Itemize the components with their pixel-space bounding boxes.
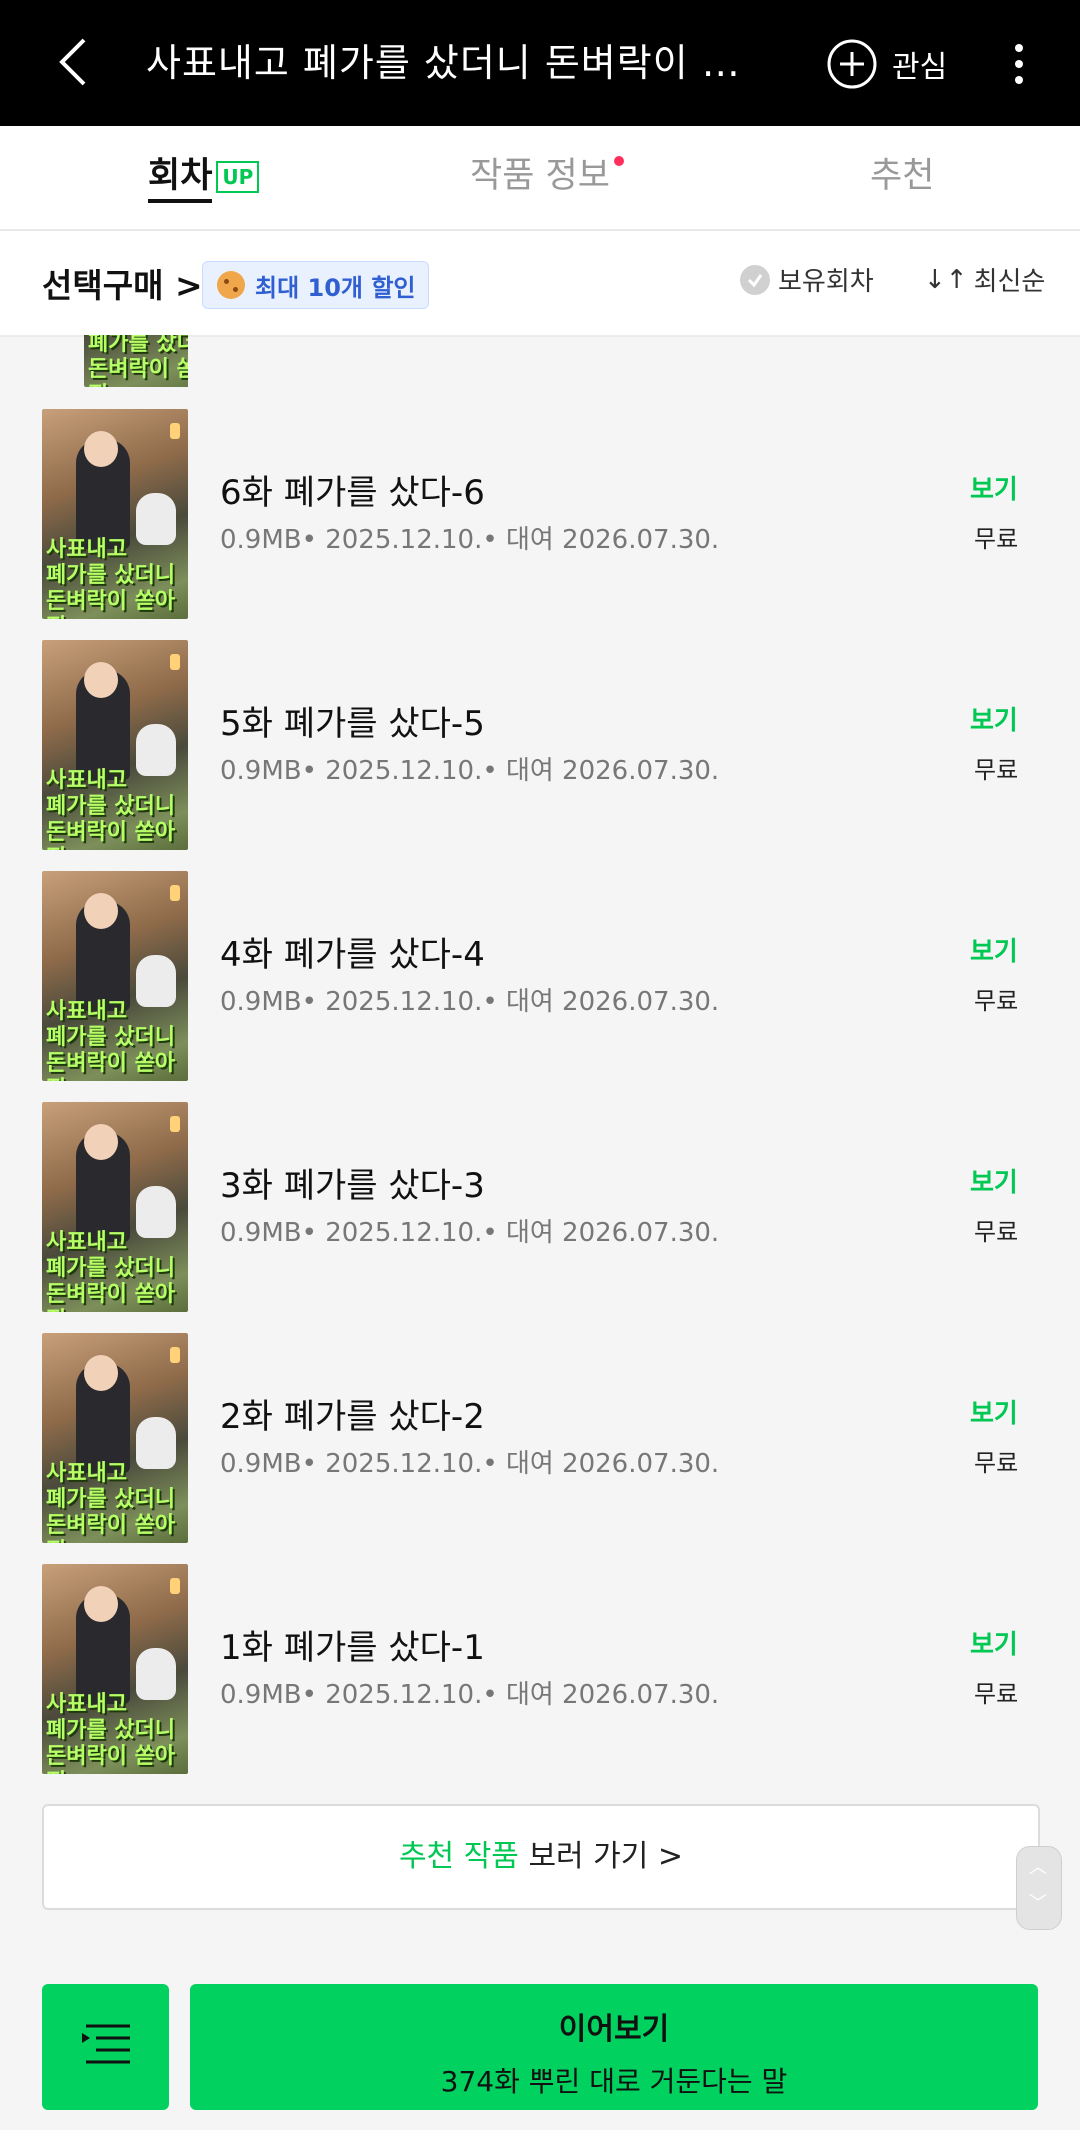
discount-badge[interactable]: 최대 10개 할인 xyxy=(202,261,429,309)
view-button[interactable]: 보기 xyxy=(970,469,1018,506)
episode-meta: 0.9MB• 2025.12.10.• 대여 2026.07.30. xyxy=(220,756,720,786)
tab-work-info[interactable]: 작품 정보 xyxy=(470,126,624,229)
check-circle-icon xyxy=(740,264,770,295)
chevron-up-icon: ︿ xyxy=(1029,1857,1047,1878)
owned-label: 보유회차 xyxy=(778,267,874,297)
recommended-works-button[interactable]: 추천 작품 보러 가기 > xyxy=(42,1804,1040,1910)
episode-row[interactable]: 사표내고폐가를 샀더니돈벼락이 쏟아짐 1화 폐가를 샀다-1 0.9MB• 2… xyxy=(0,1564,1080,1795)
tab-episodes-label: 회차 xyxy=(148,156,213,196)
favorite-label: 관심 xyxy=(892,50,948,85)
view-button[interactable]: 보기 xyxy=(970,700,1018,737)
episode-title: 5화 폐가를 샀다-5 xyxy=(220,704,485,744)
episode-row[interactable]: 사표내고폐가를 샀더니돈벼락이 쏟아짐 4화 폐가를 샀다-4 0.9MB• 2… xyxy=(0,871,1080,1102)
top-bar: 사표내고 폐가를 샀더니 돈벼락이 쏟... 관심 xyxy=(0,0,1080,126)
cookie-icon xyxy=(217,271,245,299)
episode-thumbnail: 사표내고폐가를 샀더니돈벼락이 쏟아짐 xyxy=(42,1333,188,1543)
filter-bar: 선택구매 > 최대 10개 할인 보유회차 ↓↑ 최신순 xyxy=(0,231,1080,337)
plus-circle-icon xyxy=(827,39,877,89)
tab-episodes[interactable]: 회차 UP xyxy=(148,126,260,229)
tab-recommend-label: 추천 xyxy=(870,156,935,196)
episode-title: 2화 폐가를 샀다-2 xyxy=(220,1397,485,1437)
episode-thumbnail: 사표내고폐가를 샀더니돈벼락이 쏟아짐 xyxy=(42,409,188,619)
price-label: 무료 xyxy=(974,756,1019,784)
episode-thumbnail: 사표내고폐가를 샀더니돈벼락이 쏟아짐 xyxy=(42,1102,188,1312)
tab-bar: 회차 UP 작품 정보 추천 xyxy=(0,126,1080,231)
episode-meta: 0.9MB• 2025.12.10.• 대여 2026.07.30. xyxy=(220,1449,720,1479)
favorite-button[interactable]: 관심 xyxy=(826,34,947,94)
episode-thumbnail: 사표내고폐가를 샀더니돈벼락이 쏟아짐 xyxy=(42,640,188,850)
chevron-right-icon: > xyxy=(174,266,203,305)
episode-thumbnail: 사표내고폐가를 샀더니돈벼락이 쏟아짐 xyxy=(42,871,188,1081)
tab-underline xyxy=(148,199,212,203)
price-label: 무료 xyxy=(974,987,1019,1015)
episode-title: 6화 폐가를 샀다-6 xyxy=(220,473,485,513)
discount-label: 최대 10개 할인 xyxy=(255,273,416,302)
price-label: 무료 xyxy=(974,525,1019,553)
view-button[interactable]: 보기 xyxy=(970,931,1018,968)
view-button[interactable]: 보기 xyxy=(970,1393,1018,1430)
episode-row[interactable]: 사표내고폐가를 샀더니돈벼락이 쏟아짐 6화 폐가를 샀다-6 0.9MB• 2… xyxy=(0,409,1080,640)
episode-row[interactable]: 사표내고폐가를 샀더니돈벼락이 쏟아짐 5화 폐가를 샀다-5 0.9MB• 2… xyxy=(0,640,1080,871)
chevron-down-icon: ﹀ xyxy=(1029,1893,1047,1914)
up-badge: UP xyxy=(216,161,260,193)
price-label: 무료 xyxy=(974,1449,1019,1477)
view-button[interactable]: 보기 xyxy=(970,1162,1018,1199)
price-label: 무료 xyxy=(974,1680,1019,1708)
episode-title: 3화 폐가를 샀다-3 xyxy=(220,1166,485,1206)
recommend-rest: 보러 가기 > xyxy=(528,1839,684,1874)
episode-meta: 0.9MB• 2025.12.10.• 대여 2026.07.30. xyxy=(220,1680,720,1710)
price-label: 무료 xyxy=(974,1218,1019,1246)
list-icon xyxy=(82,2024,130,2064)
chevron-left-icon[interactable] xyxy=(44,30,108,94)
new-dot-indicator xyxy=(613,156,624,166)
select-buy-label: 선택구매 xyxy=(42,266,164,305)
tab-recommend[interactable]: 추천 xyxy=(870,126,934,229)
select-buy-button[interactable]: 선택구매 > xyxy=(42,259,203,307)
scroll-handle[interactable]: ︿ ﹀ xyxy=(1016,1846,1062,1930)
episode-meta: 0.9MB• 2025.12.10.• 대여 2026.07.30. xyxy=(220,1218,720,1248)
sort-label: 최신순 xyxy=(973,267,1046,297)
recommend-highlight: 추천 작품 xyxy=(398,1839,519,1874)
more-vertical-icon[interactable] xyxy=(1004,40,1034,88)
partial-thumbnail: 사표내고 폐가를 샀더니 돈벼락이 쏟아짐 xyxy=(42,335,188,387)
episode-row[interactable]: 사표내고폐가를 샀더니돈벼락이 쏟아짐 2화 폐가를 샀다-2 0.9MB• 2… xyxy=(0,1333,1080,1564)
episode-meta: 0.9MB• 2025.12.10.• 대여 2026.07.30. xyxy=(220,987,720,1017)
episode-list-button[interactable] xyxy=(42,1984,169,2110)
view-button[interactable]: 보기 xyxy=(970,1624,1018,1661)
tab-work-info-label: 작품 정보 xyxy=(470,156,610,196)
episode-meta: 0.9MB• 2025.12.10.• 대여 2026.07.30. xyxy=(220,525,720,555)
episode-row[interactable]: 사표내고폐가를 샀더니돈벼락이 쏟아짐 3화 폐가를 샀다-3 0.9MB• 2… xyxy=(0,1102,1080,1333)
episode-title: 4화 폐가를 샀다-4 xyxy=(220,935,485,975)
episode-thumbnail: 사표내고폐가를 샀더니돈벼락이 쏟아짐 xyxy=(42,1564,188,1774)
sort-button[interactable]: ↓↑ 최신순 xyxy=(924,261,1045,298)
page-title: 사표내고 폐가를 샀더니 돈벼락이 쏟... xyxy=(146,41,766,85)
continue-episode-title: 374화 뿌린 대로 거둔다는 말 xyxy=(440,2065,788,2098)
owned-episodes-filter[interactable]: 보유회차 xyxy=(740,261,874,298)
continue-label: 이어보기 xyxy=(558,2012,670,2047)
sort-icon: ↓↑ xyxy=(924,264,968,295)
continue-reading-button[interactable]: 이어보기 374화 뿌린 대로 거둔다는 말 xyxy=(190,1984,1038,2110)
episode-title: 1화 폐가를 샀다-1 xyxy=(220,1628,485,1668)
